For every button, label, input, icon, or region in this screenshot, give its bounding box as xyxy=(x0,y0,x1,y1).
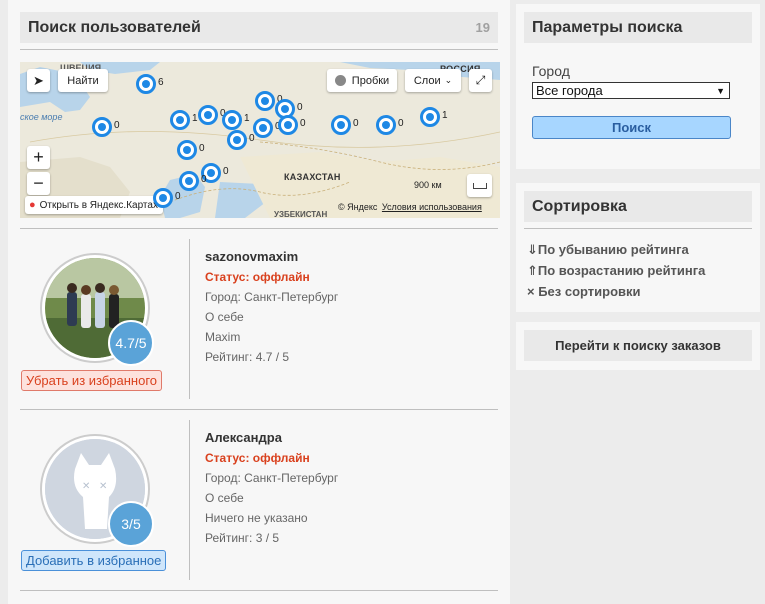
expand-icon: ⤢ xyxy=(475,73,486,87)
username-link[interactable]: sazonovmaxim xyxy=(205,247,338,267)
about-label: О себе xyxy=(205,491,244,505)
fullscreen-button[interactable]: ⤢ xyxy=(469,69,492,92)
open-yandex-maps-link[interactable]: ● Открыть в Яндекс.Картах xyxy=(25,196,163,214)
divider xyxy=(524,228,752,229)
rating-badge: 3/5 xyxy=(108,501,154,547)
map-marker[interactable]: 1 xyxy=(222,110,250,130)
sort-none-option[interactable]: × Без сортировки xyxy=(527,281,752,302)
map-marker[interactable]: 1 xyxy=(170,110,198,130)
chevron-down-icon: ▼ xyxy=(716,85,725,96)
rating-text: Рейтинг: 3 / 5 xyxy=(205,531,280,545)
map-label-kazakhstan: КАЗАХСТАН xyxy=(284,172,341,182)
map-pin-icon: ● xyxy=(29,199,36,211)
about-text: Maxim xyxy=(205,330,241,344)
map-marker[interactable]: 0 xyxy=(253,118,281,138)
users-count: 19 xyxy=(475,20,490,35)
map-marker[interactable]: 0 xyxy=(179,171,207,191)
layers-label: Слои xyxy=(413,74,441,87)
username-link[interactable]: Александра xyxy=(205,428,338,448)
city-select-value: Все города xyxy=(536,83,603,98)
map-marker[interactable]: 1 xyxy=(420,107,448,127)
user-info: sazonovmaxim Статус: оффлайн Город: Санк… xyxy=(205,247,338,367)
about-text: Ничего не указано xyxy=(205,511,308,525)
search-button[interactable]: Поиск xyxy=(532,116,731,139)
sorting-panel: Сортировка ⇓По убыванию рейтинга ⇑По воз… xyxy=(516,183,760,312)
map-marker[interactable]: 6 xyxy=(136,74,164,94)
page-title: Поиск пользователей xyxy=(28,18,201,36)
map-find-button[interactable]: Найти xyxy=(58,69,108,92)
user-info: Александра Статус: оффлайн Город: Санкт-… xyxy=(205,428,338,548)
user-card: 4.7/5 Убрать из избранного sazonovmaxim … xyxy=(20,229,498,409)
svg-text:✕: ✕ xyxy=(99,481,107,492)
ruler-button[interactable] xyxy=(467,174,492,197)
status-text: Статус: оффлайн xyxy=(205,451,310,465)
rating-text: Рейтинг: 4.7 / 5 xyxy=(205,350,290,364)
user-avatar-column: ✕ ✕ 3/5 Добавить в избранное xyxy=(20,410,190,590)
copyright-text: © Яндекс xyxy=(338,202,378,212)
traffic-button[interactable]: Пробки xyxy=(327,69,397,92)
ruler-icon xyxy=(472,182,487,189)
map-label-sea: ское море xyxy=(20,112,63,122)
orders-panel: Перейти к поиску заказов xyxy=(516,322,760,370)
terms-link[interactable]: Условия использования xyxy=(382,202,482,212)
status-text: Статус: оффлайн xyxy=(205,270,310,284)
users-map[interactable]: РОССИЯ ШВЕЦИЯ ское море КАЗАХСТАН УЗБЕКИ… xyxy=(20,62,500,218)
city-text: Город: Санкт-Петербург xyxy=(205,290,339,304)
search-params-panel: Параметры поиска Город Все города ▼ Поис… xyxy=(516,4,760,169)
map-marker[interactable]: 0 xyxy=(198,105,226,125)
sorting-title: Сортировка xyxy=(524,191,752,222)
city-label: Город xyxy=(532,63,570,79)
divider xyxy=(20,49,498,50)
about-label: О себе xyxy=(205,310,244,324)
map-marker[interactable]: 0 xyxy=(376,115,404,135)
remove-favorite-button[interactable]: Убрать из избранного xyxy=(21,370,163,391)
open-yandex-maps-label: Открыть в Яндекс.Картах xyxy=(39,199,158,211)
plus-icon: + xyxy=(33,147,44,167)
column-divider xyxy=(189,420,190,580)
map-marker[interactable]: 0 xyxy=(278,115,306,135)
layers-button[interactable]: Слои ⌄ xyxy=(405,69,461,92)
city-text: Город: Санкт-Петербург xyxy=(205,471,339,485)
city-select[interactable]: Все города ▼ xyxy=(532,82,730,99)
zoom-out-button[interactable]: − xyxy=(27,172,50,195)
zoom-in-button[interactable]: + xyxy=(27,146,50,169)
search-params-title: Параметры поиска xyxy=(524,12,752,43)
map-copyright: © Яндекс Условия использования xyxy=(338,202,482,212)
geolocation-button[interactable]: ➤ xyxy=(27,69,50,92)
map-marker[interactable]: 0 xyxy=(227,130,255,150)
user-card: ✕ ✕ 3/5 Добавить в избранное Александра … xyxy=(20,410,498,590)
user-avatar-column: 4.7/5 Убрать из избранного xyxy=(20,229,190,409)
sort-desc-option[interactable]: ⇓По убыванию рейтинга xyxy=(527,239,752,260)
users-header: Поиск пользователей 19 xyxy=(20,12,498,43)
column-divider xyxy=(189,239,190,399)
map-marker[interactable]: 0 xyxy=(92,117,120,137)
map-marker[interactable]: 0 xyxy=(255,91,283,111)
svg-text:✕: ✕ xyxy=(82,481,90,492)
map-marker[interactable]: 0 xyxy=(177,140,205,160)
users-panel: Поиск пользователей 19 РОССИЯ ШВЕЦИЯ ско… xyxy=(8,0,510,604)
go-to-orders-button[interactable]: Перейти к поиску заказов xyxy=(524,330,752,361)
chevron-down-icon: ⌄ xyxy=(444,75,453,85)
location-arrow-icon: ➤ xyxy=(33,72,44,88)
map-label-uzbekistan: УЗБЕКИСТАН xyxy=(274,210,328,218)
minus-icon: − xyxy=(33,173,44,193)
rating-badge: 4.7/5 xyxy=(108,320,154,366)
traffic-label: Пробки xyxy=(351,74,390,87)
map-find-label: Найти xyxy=(67,74,99,87)
divider xyxy=(20,590,498,591)
sort-asc-option[interactable]: ⇑По возрастанию рейтинга xyxy=(527,260,752,281)
add-favorite-button[interactable]: Добавить в избранное xyxy=(21,550,167,571)
map-marker[interactable]: 0 xyxy=(153,188,181,208)
traffic-icon xyxy=(334,75,346,86)
map-scale: 900 км xyxy=(414,180,442,190)
map-marker[interactable]: 0 xyxy=(331,115,359,135)
